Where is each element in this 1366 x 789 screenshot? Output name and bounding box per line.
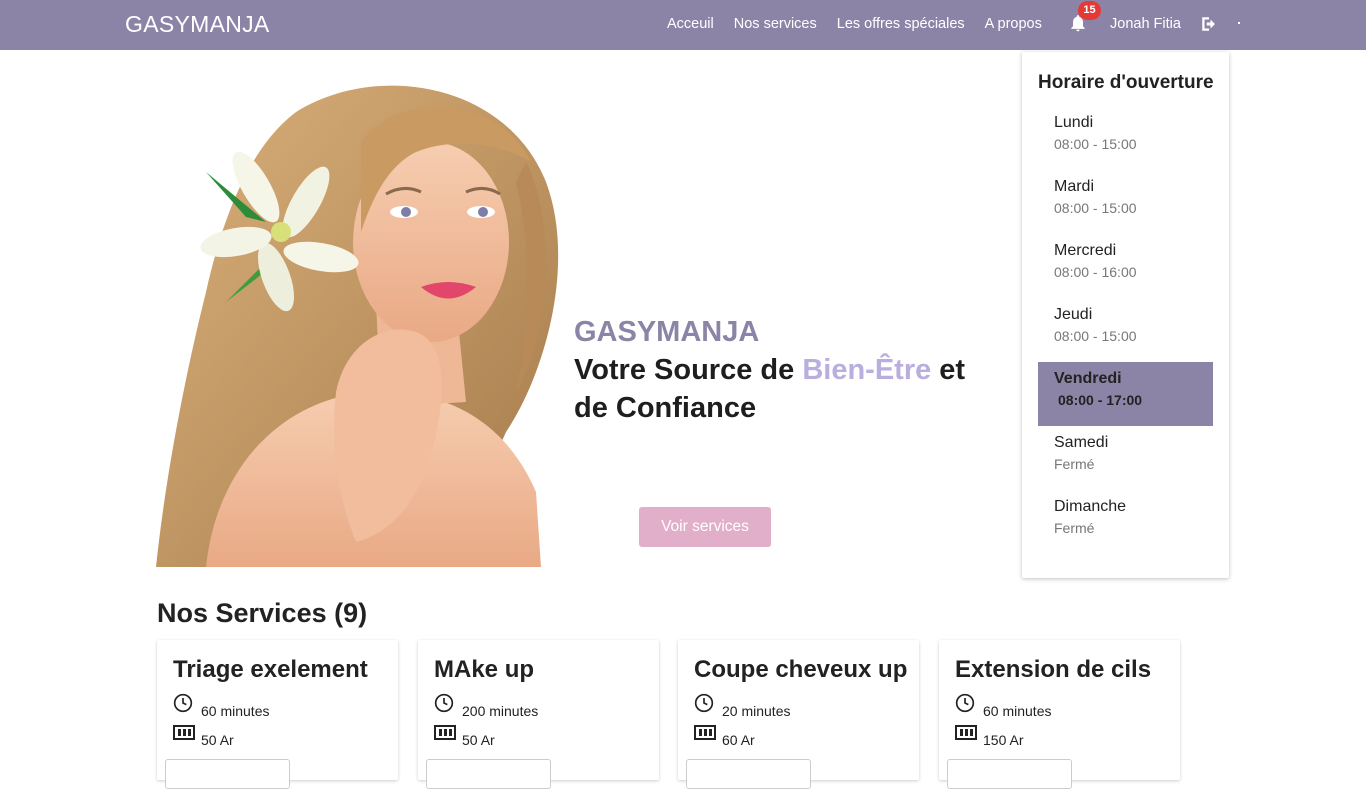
nav-link-acceuil[interactable]: Acceuil bbox=[667, 16, 714, 32]
hero-tagline-line1: Votre Source de Bien-Être et bbox=[574, 354, 965, 387]
hour-time: 08:00 - 15:00 bbox=[1054, 136, 1137, 152]
service-name: MAke up bbox=[434, 656, 535, 683]
clock-icon bbox=[694, 693, 714, 713]
service-price: 150 Ar bbox=[983, 732, 1024, 748]
service-duration: 60 minutes bbox=[983, 703, 1052, 719]
service-name: Extension de cils bbox=[955, 656, 1152, 683]
hour-row-dimanche: Dimanche Fermé bbox=[1038, 490, 1213, 554]
hour-time: Fermé bbox=[1054, 456, 1095, 472]
service-card[interactable]: Extension de cils 60 minutes 150 Ar bbox=[939, 640, 1180, 789]
clock-icon bbox=[434, 693, 454, 713]
hour-day: Samedi bbox=[1054, 434, 1109, 451]
money-icon bbox=[694, 725, 716, 740]
logout-icon[interactable] bbox=[1200, 15, 1218, 33]
hero-woman-image bbox=[156, 85, 559, 567]
service-action-button[interactable] bbox=[947, 759, 1072, 789]
hour-time: 08:00 - 15:00 bbox=[1054, 200, 1137, 216]
service-duration: 20 minutes bbox=[722, 703, 791, 719]
hour-time: Fermé bbox=[1054, 520, 1095, 536]
service-duration: 200 minutes bbox=[462, 703, 539, 719]
hour-row-mardi: Mardi 08:00 - 15:00 bbox=[1038, 170, 1213, 234]
service-price: 50 Ar bbox=[462, 732, 495, 748]
hour-day: Jeudi bbox=[1054, 306, 1093, 323]
service-action-button[interactable] bbox=[426, 759, 551, 789]
nav-separator-dot bbox=[1238, 22, 1240, 24]
service-duration: 60 minutes bbox=[201, 703, 270, 719]
hour-day: Mercredi bbox=[1054, 242, 1117, 259]
hour-day: Lundi bbox=[1054, 114, 1094, 131]
services-section-title: Nos Services (9) bbox=[157, 598, 368, 628]
service-card[interactable]: MAke up 200 minutes 50 Ar bbox=[418, 640, 659, 789]
navbar: GASYMANJA Acceuil Nos services Les offre… bbox=[0, 0, 1366, 50]
service-price: 60 Ar bbox=[722, 732, 755, 748]
voir-services-button[interactable]: Voir services bbox=[639, 507, 771, 547]
service-price: 50 Ar bbox=[201, 732, 234, 748]
nav-link-apropos[interactable]: A propos bbox=[985, 16, 1042, 32]
hour-row-vendredi: Vendredi 08:00 - 17:00 bbox=[1038, 362, 1213, 426]
hero-brand-title: GASYMANJA bbox=[574, 316, 760, 348]
hero-tagline-part1: Votre Source de bbox=[574, 354, 803, 386]
service-action-button[interactable] bbox=[165, 759, 290, 789]
hero-tagline-accent: Bien-Être bbox=[802, 354, 932, 386]
hour-time: 08:00 - 17:00 bbox=[1058, 392, 1143, 408]
money-icon bbox=[955, 725, 977, 740]
hero-tagline-part2: et bbox=[931, 354, 966, 386]
service-card[interactable]: Coupe cheveux up 20 minutes 60 Ar bbox=[678, 640, 919, 789]
hour-row-jeudi: Jeudi 08:00 - 15:00 bbox=[1038, 298, 1213, 362]
service-action-button[interactable] bbox=[686, 759, 811, 789]
opening-hours-title: Horaire d'ouverture bbox=[1038, 72, 1214, 93]
clock-icon bbox=[955, 693, 975, 713]
hour-time: 08:00 - 15:00 bbox=[1054, 328, 1137, 344]
nav-links: Acceuil Nos services Les offres spéciale… bbox=[667, 16, 1062, 32]
hour-day: Mardi bbox=[1054, 178, 1095, 195]
notification-badge: 15 bbox=[1078, 1, 1101, 20]
nav-link-services[interactable]: Nos services bbox=[734, 16, 817, 32]
user-name[interactable]: Jonah Fitia bbox=[1110, 16, 1181, 32]
service-name: Triage exelement bbox=[173, 656, 368, 683]
service-name: Coupe cheveux up bbox=[694, 656, 908, 683]
hour-day: Vendredi bbox=[1054, 370, 1122, 387]
hour-time: 08:00 - 16:00 bbox=[1054, 264, 1137, 280]
hour-row-samedi: Samedi Fermé bbox=[1038, 426, 1213, 490]
opening-hours-card: Horaire d'ouverture Lundi 08:00 - 15:00 … bbox=[1022, 52, 1229, 578]
hero-tagline-line2: de Confiance bbox=[574, 392, 757, 424]
hour-day: Dimanche bbox=[1054, 498, 1127, 515]
nav-link-offres[interactable]: Les offres spéciales bbox=[837, 16, 965, 32]
money-icon bbox=[434, 725, 456, 740]
money-icon bbox=[173, 725, 195, 740]
hour-row-mercredi: Mercredi 08:00 - 16:00 bbox=[1038, 234, 1213, 298]
brand-logo[interactable]: GASYMANJA bbox=[125, 11, 270, 38]
service-card[interactable]: Triage exelement 60 minutes 50 Ar bbox=[157, 640, 398, 789]
clock-icon bbox=[173, 693, 193, 713]
hour-row-lundi: Lundi 08:00 - 15:00 bbox=[1038, 106, 1213, 170]
